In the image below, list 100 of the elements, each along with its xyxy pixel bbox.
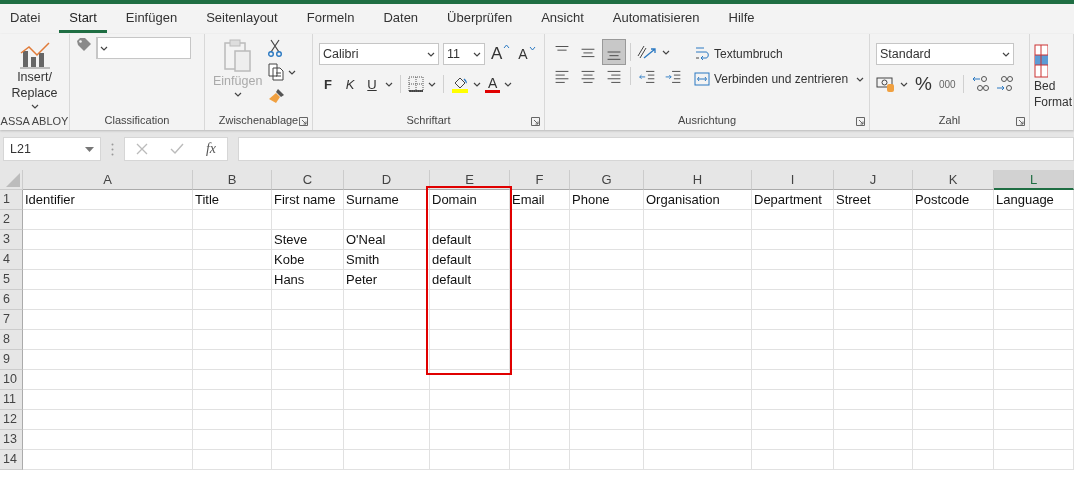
column-header[interactable]: G	[570, 170, 644, 190]
conditional-format-label[interactable]: Bed	[1034, 78, 1056, 94]
caret-icon[interactable]	[900, 81, 908, 87]
caret-icon[interactable]	[504, 81, 513, 87]
row-header[interactable]: 12	[0, 410, 23, 430]
column-header[interactable]: D	[344, 170, 430, 190]
ribbon-tab[interactable]: Seitenlayout	[196, 5, 288, 33]
table-cell	[272, 210, 344, 230]
table-cell: Surname	[344, 190, 430, 210]
caret-icon[interactable]	[856, 76, 865, 82]
decrease-decimal-icon[interactable]	[994, 74, 1015, 94]
row-header[interactable]: 13	[0, 430, 23, 450]
table-cell	[510, 310, 570, 330]
decrease-font-size-button[interactable]: A	[516, 46, 538, 62]
column-header[interactable]: E	[430, 170, 510, 190]
ribbon-tab[interactable]: Einfügen	[115, 5, 188, 33]
font-name-dropdown[interactable]: Calibri	[319, 43, 439, 65]
caret-icon[interactable]	[428, 81, 436, 87]
table-cell: Hans	[272, 270, 344, 290]
row-header[interactable]: 10	[0, 370, 23, 390]
vertical-align-icon[interactable]	[603, 40, 625, 64]
row-header[interactable]: 14	[0, 450, 23, 470]
table-cell	[272, 310, 344, 330]
ribbon-tab[interactable]: Überprüfen	[437, 5, 523, 33]
caret-icon[interactable]	[85, 146, 94, 152]
table-cell: Identifier	[23, 190, 193, 210]
column-header[interactable]: C	[272, 170, 344, 190]
fill-color-icon[interactable]	[451, 75, 469, 93]
row-header[interactable]: 7	[0, 310, 23, 330]
currency-icon[interactable]	[876, 75, 896, 93]
row-header[interactable]: 6	[0, 290, 23, 310]
column-header[interactable]: F	[510, 170, 570, 190]
table-cell: Email	[510, 190, 570, 210]
caret-icon[interactable]	[99, 45, 108, 51]
caret-icon[interactable]	[385, 81, 393, 87]
column-header[interactable]: J	[834, 170, 913, 190]
formula-input[interactable]	[238, 137, 1074, 161]
clipboard-icon	[222, 39, 253, 73]
font-color-button[interactable]: A	[485, 75, 501, 93]
row-header[interactable]: 9	[0, 350, 23, 370]
caret-icon[interactable]	[427, 51, 435, 57]
wrap-text-button[interactable]: Textumbruch	[694, 45, 783, 63]
table-cell: Department	[752, 190, 834, 210]
column-header[interactable]: I	[752, 170, 834, 190]
ribbon-tab[interactable]: Ansicht	[531, 5, 594, 33]
caret-icon[interactable]	[288, 69, 297, 75]
paintbrush-icon[interactable]	[268, 87, 287, 105]
column-header[interactable]: L	[994, 170, 1074, 190]
thousands-separator-button[interactable]: 000	[938, 78, 956, 90]
scissors-icon[interactable]	[268, 39, 283, 57]
caret-icon[interactable]	[1002, 51, 1010, 57]
ribbon-tab[interactable]: Datei	[10, 5, 51, 33]
ribbon-tab[interactable]: Automatisieren	[602, 5, 710, 33]
group-label: Ausrichtung	[677, 114, 737, 126]
ribbon-tab[interactable]: Hilfe	[718, 5, 765, 33]
italic-button[interactable]: K	[341, 76, 359, 92]
caret-icon[interactable]	[30, 104, 39, 109]
insert-replace-button[interactable]: Insert/ Replace	[9, 37, 60, 111]
bold-button[interactable]: F	[319, 76, 337, 92]
name-box[interactable]: L21	[3, 137, 101, 161]
increase-decimal-icon[interactable]	[970, 74, 991, 94]
caret-icon[interactable]	[473, 81, 481, 87]
ribbon-tab[interactable]: Formeln	[296, 5, 365, 33]
dialog-launcher-icon[interactable]	[299, 117, 308, 126]
table-cell: Language	[994, 190, 1074, 210]
group-label: Zahl	[938, 114, 961, 126]
group-label: ASSA ABLOY	[0, 114, 69, 127]
caret-icon[interactable]	[473, 51, 481, 57]
table-cell: default	[430, 270, 510, 290]
caret-icon[interactable]	[662, 49, 670, 55]
ribbon-tab[interactable]: Daten	[373, 5, 429, 33]
dialog-launcher-icon[interactable]	[531, 117, 540, 126]
row-header[interactable]: 2	[0, 210, 23, 230]
conditional-format-label[interactable]: Format	[1034, 94, 1072, 110]
dialog-launcher-icon[interactable]	[1016, 117, 1025, 126]
underline-button[interactable]: U	[363, 76, 381, 92]
row-header[interactable]: 5	[0, 270, 23, 290]
table-grid-icon[interactable]	[1034, 44, 1048, 78]
column-header[interactable]: K	[913, 170, 994, 190]
dialog-launcher-icon[interactable]	[856, 117, 865, 126]
row-header[interactable]: 11	[0, 390, 23, 410]
row-header[interactable]: 4	[0, 250, 23, 270]
column-header[interactable]: B	[193, 170, 272, 190]
tag-icon[interactable]	[76, 37, 92, 53]
merge-center-button[interactable]: Verbinden und zentrieren	[694, 71, 849, 87]
row-header[interactable]: 1	[0, 190, 23, 210]
check-icon[interactable]	[169, 143, 184, 155]
percent-style-button[interactable]: %	[912, 73, 935, 95]
borders-icon[interactable]	[408, 76, 424, 92]
number-format-dropdown[interactable]: Standard	[876, 43, 1014, 65]
font-size-dropdown[interactable]: 11	[443, 43, 485, 65]
table-cell	[510, 230, 570, 250]
column-header[interactable]: H	[644, 170, 752, 190]
row-header[interactable]: 3	[0, 230, 23, 250]
insert-function-button[interactable]: fx	[205, 141, 216, 157]
row-header[interactable]: 8	[0, 330, 23, 350]
column-header[interactable]: A	[23, 170, 193, 190]
table-cell	[510, 250, 570, 270]
copy-icon[interactable]	[268, 63, 285, 81]
increase-font-size-button[interactable]: A	[489, 44, 513, 64]
